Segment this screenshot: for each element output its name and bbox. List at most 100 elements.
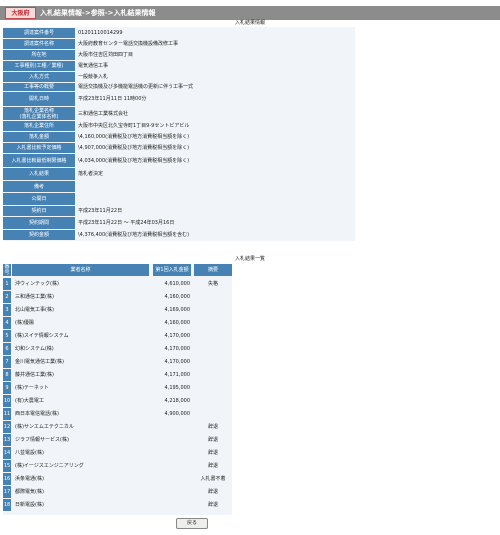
detail-value: \4,034,000(消費税及び地方消費税相当額を除く) [78, 154, 189, 167]
company-name: 八並電設(株) [15, 450, 44, 456]
detail-label: 開札日時 [3, 92, 75, 106]
row-number: 10 [3, 395, 11, 407]
row-number: 2 [3, 291, 11, 303]
detail-row: 落札企業名称 (落札企業体名称) 三和通信工業株式会社 [3, 107, 355, 120]
table-row: 13 ジラフ情報サービス(株) 辞退 [3, 434, 232, 446]
remark [194, 317, 232, 329]
detail-value: 三和通信工業株式会社 [78, 107, 128, 120]
table-row: 14 八並電設(株) 辞退 [3, 447, 232, 459]
remark [194, 304, 232, 316]
detail-label-line: 備考 [33, 183, 44, 190]
company-name: (株)優陽 [15, 320, 34, 326]
bid-amount [153, 434, 193, 446]
table-row: 12 (株)サンエムエテクニカル 辞退 [3, 421, 232, 433]
table-row: 8 藤井通信工業(株) 4,171,000 [3, 369, 232, 381]
detail-value-line: \4,907,000(消費税及び地方消費税相当額を除く) [78, 145, 190, 151]
row-number: 3 [3, 304, 11, 316]
detail-label: 備考 [3, 181, 75, 192]
row-number: 17 [3, 486, 11, 498]
table-row: 18 日新電設(株) 辞退 [3, 499, 232, 511]
detail-row: 所在地 大阪市住吉区苅田四丁目 [3, 50, 355, 60]
detail-row: 公開日 [3, 193, 355, 205]
bid-amount: 4,170,000 [164, 359, 190, 365]
row-number: 4 [3, 317, 11, 329]
header-company-name: 業者名称 [12, 264, 149, 276]
detail-value-line: \4,376,400(消費税及び地方消費税相当額を含む) [78, 232, 190, 238]
company-name: (株)スイテ情報システム [15, 333, 69, 339]
detail-value: 落札者決定 [78, 168, 103, 180]
detail-value-line: \4,160,000(消費税及び地方消費税相当額を除く) [78, 134, 190, 140]
detail-value-line: 平成23年11月22日 ～ 平成24年03月16日 [78, 220, 175, 226]
osaka-logo[interactable]: 大阪府 [5, 7, 36, 19]
detail-value: 大阪市住吉区苅田四丁目 [78, 50, 133, 60]
bid-amount [153, 447, 193, 459]
detail-label-line: 契約期間 [28, 220, 49, 226]
table-row: 3 北山電気工事(株) 4,169,000 [3, 304, 232, 316]
table-row: 9 (株)テーネット 4,195,000 [3, 382, 232, 394]
back-button[interactable]: 戻る [176, 518, 208, 529]
bid-amount: 4,169,000 [164, 307, 190, 313]
company-name: (株)テーネット [15, 385, 49, 391]
detail-value-line: 三和通信工業株式会社 [78, 110, 129, 117]
detail-label-line: 公開日 [31, 196, 47, 202]
detail-value-line: 大阪市中央区北久宝寺町1丁目9-9セントピアビル [78, 123, 190, 129]
detail-label: 落札金額 [3, 132, 75, 142]
bid-amount [153, 473, 193, 485]
row-number: 11 [3, 408, 11, 420]
detail-label-line: 開札日時 [28, 96, 49, 102]
detail-value: 一般競争入札 [78, 72, 108, 82]
detail-label: 契約日 [3, 206, 75, 216]
detail-title: 入札結果情報 [234, 20, 265, 26]
table-row: 16 浜条電通(株) 入札書不着 [3, 473, 232, 485]
remark: 辞退 [207, 424, 218, 430]
detail-value-line: 平成23年11月11日 11時00分 [78, 96, 147, 102]
remark [194, 330, 232, 342]
detail-label-line: 入札方式 [28, 74, 49, 80]
detail-label-line: 工事等の概要 [23, 84, 54, 90]
company-name: 都際電気(株) [15, 489, 44, 495]
company-name: ジラフ情報サービス(株) [15, 437, 69, 443]
detail-label: 契約期間 [3, 217, 75, 229]
company-name: 日新電設(株) [15, 502, 44, 508]
bid-amount: 4,171,000 [164, 372, 190, 378]
detail-label: 落札企業住所 [3, 121, 75, 131]
bid-amount [153, 460, 193, 472]
detail-label-line: 調達案件名称 [23, 41, 54, 47]
company-name: 西日本電信電話(株) [15, 411, 59, 417]
bid-amount: 4,170,000 [164, 333, 190, 339]
header-remarks: 摘要 [194, 264, 232, 276]
detail-row: 調達案件番号 01201110014299 [3, 28, 355, 38]
row-number: 12 [3, 421, 11, 433]
detail-label: 調達案件名称 [3, 39, 75, 49]
detail-value: \4,907,000(消費税及び地方消費税相当額を除く) [78, 143, 189, 153]
detail-label-line: 工事種別(工種／業種) [14, 63, 64, 69]
detail-row: 開札日時 平成23年11月11日 11時00分 [3, 92, 355, 106]
table-row: 7 金川電気通信工業(株) 4,170,000 [3, 356, 232, 368]
detail-value: \4,376,400(消費税及び地方消費税相当額を含む) [78, 230, 189, 240]
detail-label-line: (落札企業体名称) [19, 113, 59, 120]
detail-label: 工事種別(工種／業種) [3, 61, 75, 71]
detail-label: 入札書比較最低制限価格 [3, 154, 75, 167]
detail-row: 備考 [3, 181, 355, 192]
bid-amount: 4,218,000 [164, 398, 190, 404]
detail-value: 平成23年11月22日 [78, 206, 122, 216]
header-first-bid-amount: 第1回入札金額 [153, 264, 191, 276]
detail-label: 調達案件番号 [3, 28, 75, 38]
row-number: 13 [3, 434, 11, 446]
remark [194, 408, 232, 420]
table-row: 5 (株)スイテ情報システム 4,170,000 [3, 330, 232, 342]
bid-amount: 4,900,000 [164, 411, 190, 417]
detail-label-line: 契約日 [31, 208, 47, 214]
table-row: 10 (有)大農電工 4,218,000 [3, 395, 232, 407]
remark: 失格 [207, 281, 218, 287]
detail-value-line: 平成23年11月22日 [78, 208, 123, 214]
company-name: (株)イージスエンジニアリング [15, 463, 84, 469]
company-name: 浜条電通(株) [15, 476, 44, 482]
remark: 入札書不着 [200, 476, 226, 482]
detail-label: 入札書比較予定価格 [3, 143, 75, 153]
row-number: 8 [3, 369, 11, 381]
detail-label-line: 落札企業住所 [23, 123, 54, 129]
bid-amount: 4,160,000 [164, 320, 190, 326]
row-number: 5 [3, 330, 11, 342]
remark: 辞退 [207, 463, 218, 469]
